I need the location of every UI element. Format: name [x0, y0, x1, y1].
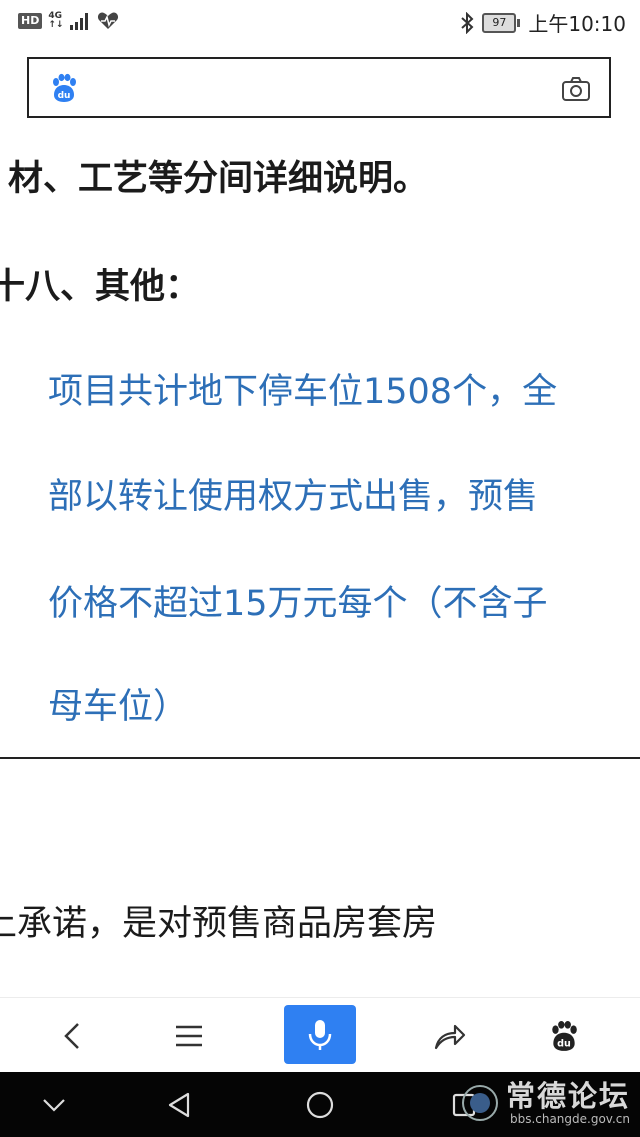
nav-back-button[interactable]	[155, 1072, 203, 1137]
network-type: 4G ↑↓	[48, 12, 63, 30]
battery-tip	[517, 18, 521, 27]
section-heading-other: 十八、其他：	[0, 267, 201, 307]
bluetooth-icon	[461, 11, 474, 34]
clock: 上午10:10	[528, 12, 626, 36]
status-left: HD 4G ↑↓	[18, 11, 119, 31]
mic-icon	[308, 1019, 332, 1050]
nav-home-button[interactable]	[296, 1072, 344, 1137]
search-box[interactable]: du	[27, 57, 611, 118]
system-nav-bar: 常德论坛 bbs.changde.gov.cn	[0, 1072, 640, 1137]
article-line-materials: 材、工艺等分间详细说明。	[8, 159, 429, 199]
share-icon	[434, 1024, 466, 1049]
network-arrows: ↑↓	[48, 20, 64, 30]
share-button[interactable]	[418, 998, 482, 1073]
status-bar: HD 4G ↑↓ 97 上午10:10	[0, 0, 640, 44]
blue-paragraph-line: 价格不超过15万元每个（不含子	[48, 584, 548, 624]
back-icon	[64, 1022, 79, 1049]
baidu-logo-text: du	[58, 91, 71, 101]
section-divider	[0, 757, 640, 759]
baidu-home-button[interactable]: du	[532, 998, 596, 1073]
article-line-commitment: 上承诺，是对预售商品房套房	[0, 904, 438, 944]
home-circle-icon	[306, 1091, 334, 1118]
menu-button[interactable]	[157, 998, 221, 1073]
browser-toolbar: du	[0, 997, 640, 1073]
baidu-paw-icon: du	[552, 1020, 577, 1051]
voice-search-button[interactable]	[284, 1005, 356, 1064]
baidu-logo-icon: du	[53, 73, 76, 102]
battery-level: 97	[482, 12, 517, 33]
watermark-text: 常德论坛 bbs.changde.gov.cn	[506, 1080, 630, 1126]
camera-icon[interactable]	[561, 76, 591, 102]
back-triangle-icon	[168, 1092, 190, 1117]
baidu-paw-text: du	[557, 1038, 571, 1049]
blue-paragraph-line: 项目共计地下停车位1508个，全	[48, 372, 558, 412]
battery-indicator: 97	[482, 12, 521, 33]
signal-icon	[70, 13, 89, 30]
hd-badge: HD	[18, 13, 43, 29]
health-heart-icon	[98, 12, 119, 29]
back-button[interactable]	[40, 998, 104, 1073]
status-right: 97 上午10:10	[460, 8, 626, 37]
watermark-title: 常德论坛	[505, 1079, 630, 1113]
blue-paragraph-line: 部以转让使用权方式出售，预售	[48, 477, 539, 517]
forum-seal-icon	[461, 1085, 498, 1121]
watermark-url: bbs.changde.gov.cn	[509, 1112, 630, 1126]
forum-watermark: 常德论坛 bbs.changde.gov.cn	[460, 1080, 630, 1126]
hide-nav-button[interactable]	[30, 1072, 78, 1137]
article-content: 材、工艺等分间详细说明。 十八、其他： 项目共计地下停车位1508个，全 部以转…	[0, 120, 640, 1000]
menu-icon	[176, 1025, 202, 1046]
chevron-down-icon	[43, 1098, 65, 1112]
blue-paragraph-line: 母车位）	[48, 687, 189, 727]
